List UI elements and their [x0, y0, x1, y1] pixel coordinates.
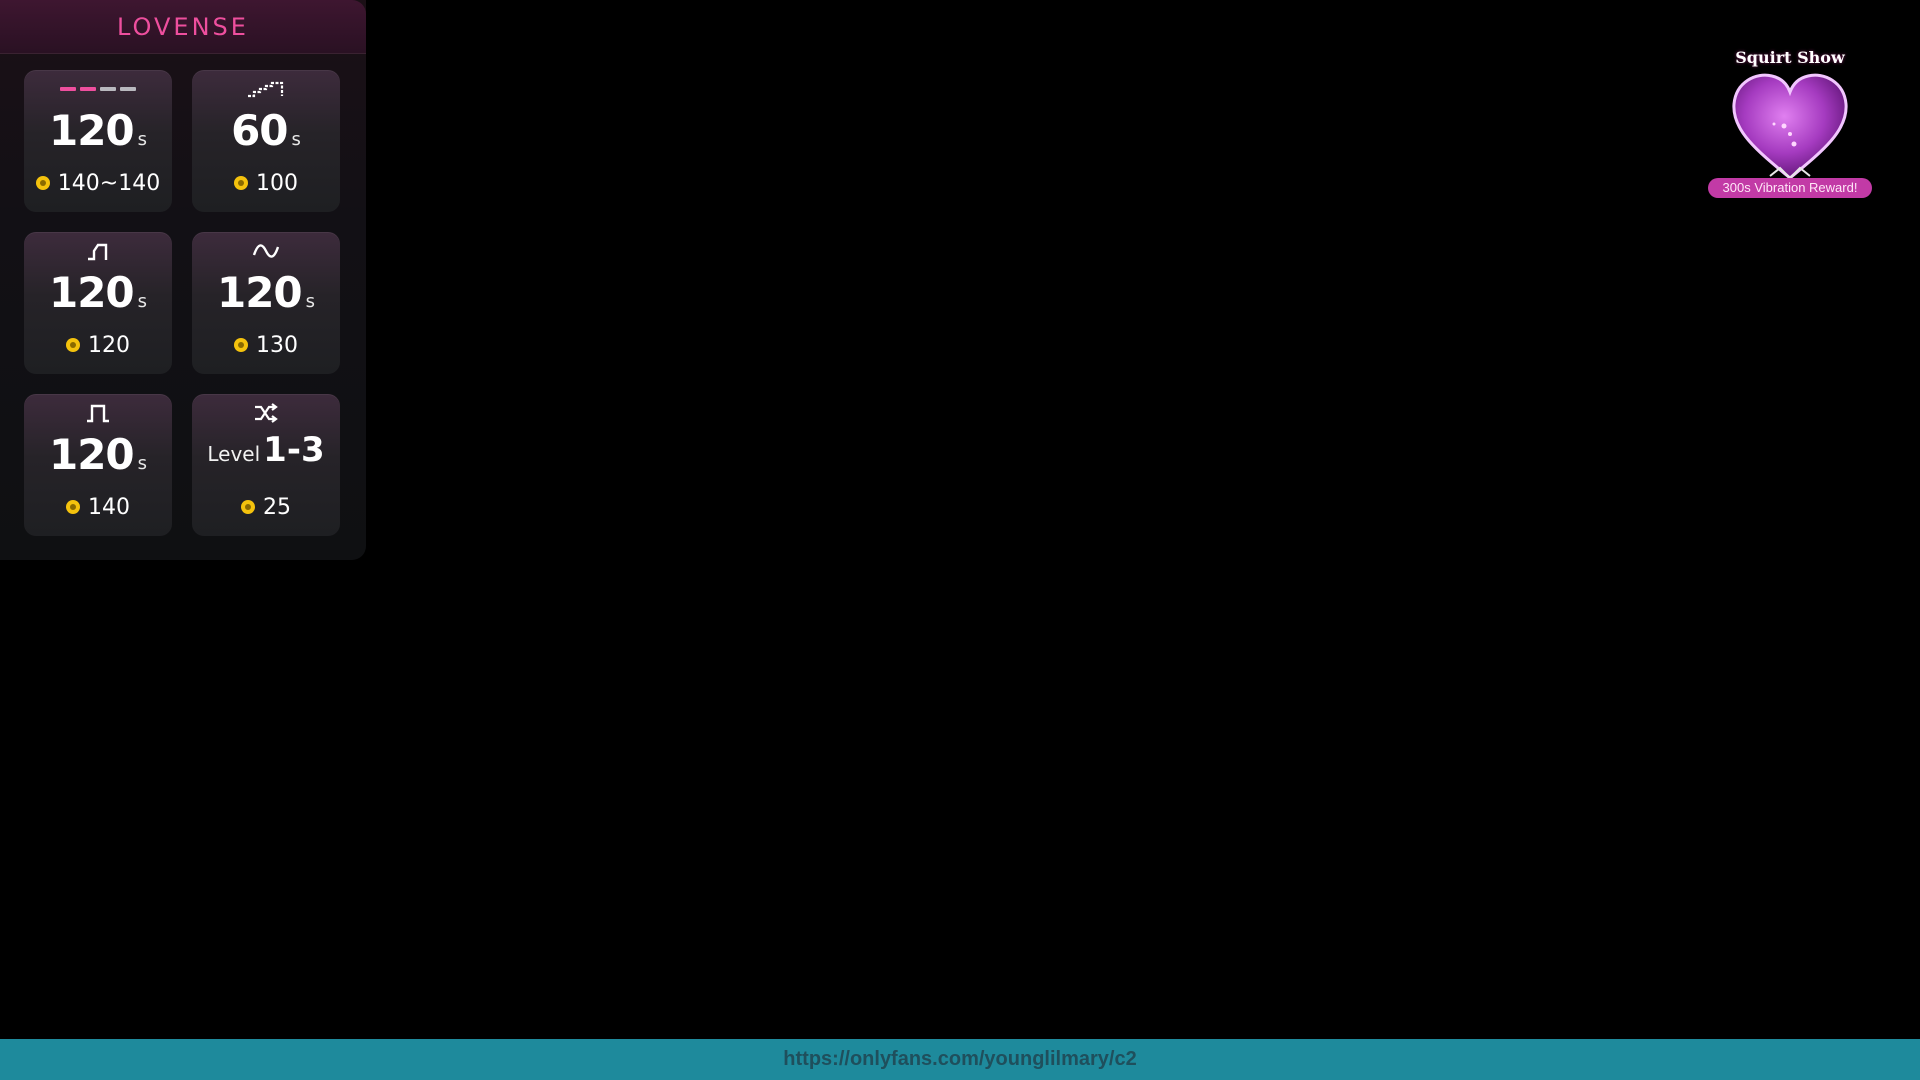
- card-duration: 60 s: [192, 106, 340, 156]
- coin-icon: [35, 176, 50, 190]
- duration-value: 120: [48, 430, 135, 479]
- wave-icon: [192, 240, 340, 262]
- level-value: 1-3: [263, 430, 325, 470]
- card-duration: 120 s: [24, 106, 172, 156]
- coin-icon: [234, 176, 248, 190]
- duration-unit: s: [137, 453, 148, 474]
- price-value: 120: [88, 332, 130, 358]
- coin-icon: [66, 500, 80, 514]
- coin-icon: [241, 500, 255, 514]
- duration-unit: s: [137, 129, 148, 150]
- card-price: 130: [192, 332, 340, 358]
- lovense-tip-menu: LOVENSE 120 s 140~140 60 s 100 120 s 120…: [0, 0, 366, 560]
- panel-header: LOVENSE: [0, 0, 366, 54]
- price-value: 130: [256, 332, 298, 358]
- duration-unit: s: [305, 291, 316, 312]
- duration-value: 120: [48, 106, 135, 155]
- stream-overlay: LOVENSE 120 s 140~140 60 s 100 120 s 120…: [0, 0, 1920, 1080]
- card-price: 140: [24, 494, 172, 520]
- price-value: 140~140: [57, 170, 161, 196]
- price-value: 100: [256, 170, 298, 196]
- duration-value: 120: [48, 268, 135, 317]
- footer-url-bar: https://onlyfans.com/younglilmary/c2: [0, 1039, 1920, 1080]
- pulse-pattern-icon: [24, 78, 172, 100]
- level-label: Level: [207, 442, 261, 466]
- duration-value: 120: [216, 268, 303, 317]
- square-pulse-icon: [24, 402, 172, 424]
- lovense-logo: LOVENSE: [117, 12, 249, 41]
- tip-card-pulse[interactable]: 120 s 140~140: [24, 70, 172, 212]
- squirt-show-widget[interactable]: Squirt Show 300s Vibration Reward!: [1706, 48, 1874, 204]
- tip-card-staircase[interactable]: 60 s 100: [192, 70, 340, 212]
- tip-card-square-pulse[interactable]: 120 s 140: [24, 394, 172, 536]
- card-price: 100: [192, 170, 340, 196]
- duration-unit: s: [291, 129, 301, 150]
- card-duration: 120 s: [24, 430, 172, 480]
- duration-unit: s: [137, 291, 148, 312]
- step-up-icon: [24, 240, 172, 262]
- heart-icon: [1726, 68, 1854, 186]
- reward-title: Squirt Show: [1735, 48, 1845, 67]
- card-duration: 120 s: [192, 268, 340, 318]
- staircase-icon: [192, 78, 340, 100]
- card-duration: 120 s: [24, 268, 172, 318]
- card-price: 25: [192, 494, 340, 520]
- price-value: 140: [88, 494, 130, 520]
- footer-url[interactable]: https://onlyfans.com/younglilmary/c2: [783, 1048, 1136, 1071]
- card-price: 120: [24, 332, 172, 358]
- coin-icon: [66, 338, 80, 352]
- card-price: 140~140: [24, 170, 172, 196]
- tip-card-step[interactable]: 120 s 120: [24, 232, 172, 374]
- tip-card-wave[interactable]: 120 s 130: [192, 232, 340, 374]
- tip-level-grid: 120 s 140~140 60 s 100 120 s 120 120 s 1…: [24, 70, 342, 536]
- reward-label: 300s Vibration Reward!: [1708, 178, 1872, 198]
- card-level: Level 1-3: [192, 430, 340, 480]
- shuffle-icon: [192, 402, 340, 424]
- tip-card-random[interactable]: Level 1-3 25: [192, 394, 340, 536]
- price-value: 25: [263, 494, 291, 520]
- duration-value: 60: [231, 106, 288, 155]
- coin-icon: [234, 338, 248, 352]
